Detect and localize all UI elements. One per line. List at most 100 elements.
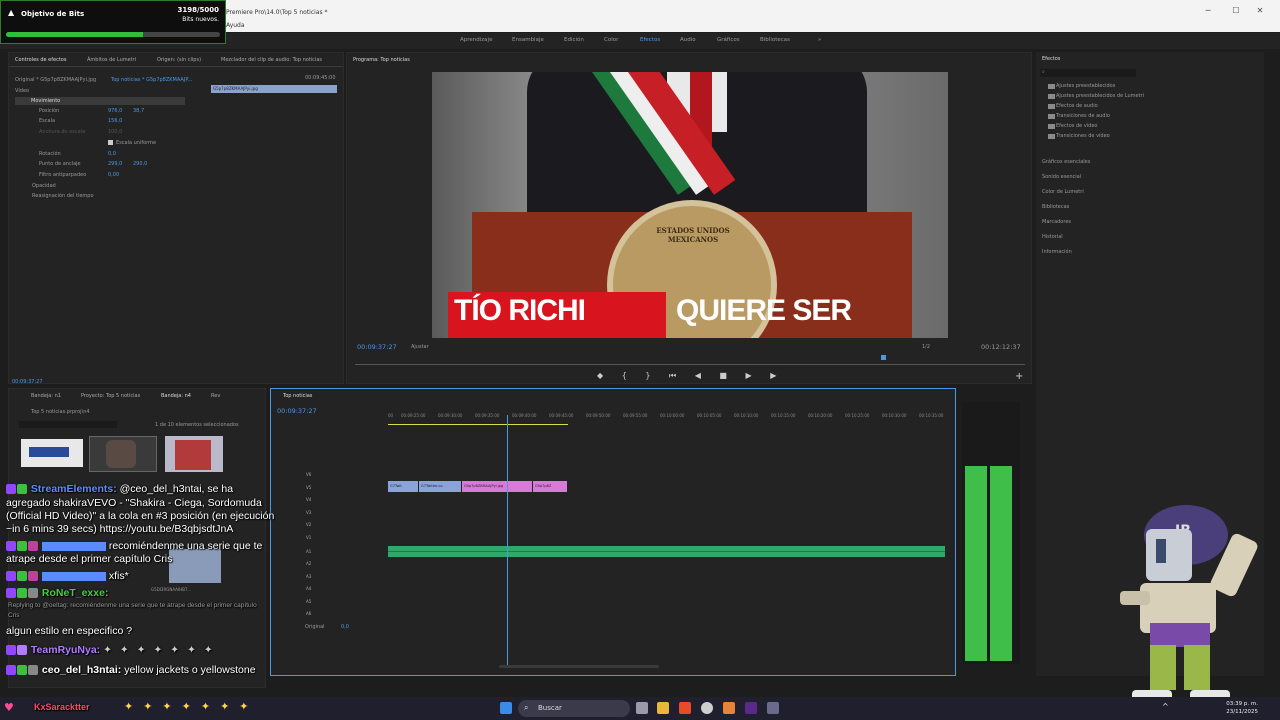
track-header[interactable]: V3 [306, 510, 421, 522]
close-icon[interactable]: ✕ [1250, 6, 1270, 18]
project-thumbnail[interactable] [169, 549, 221, 583]
windows-start-icon[interactable] [500, 702, 512, 714]
property-value[interactable]: 0,00 [108, 172, 119, 178]
program-timecode[interactable]: 00:09:37:27 [357, 343, 397, 351]
tab-project[interactable]: Proyecto: Top 5 noticias [81, 393, 140, 399]
video-clip[interactable]: G7Twit [388, 481, 418, 492]
more-workspaces-icon[interactable]: » [818, 37, 821, 43]
tray-chevron-icon[interactable]: ^ [1162, 702, 1169, 711]
panel-section[interactable]: Gráficos esenciales [1042, 159, 1090, 165]
original-value[interactable]: 0,0 [341, 624, 349, 630]
video-clip[interactable]: G7Twitter.co [419, 481, 461, 492]
effects-folder-item[interactable]: Ajustes preestablecidos de Lumetri [1056, 93, 1144, 99]
chat-username-hidden[interactable] [41, 541, 106, 551]
taskbar-search-input[interactable]: ⌕ Buscar [518, 700, 630, 717]
property-value[interactable]: 290,0 [133, 161, 147, 167]
effects-folder-item[interactable]: Efectos de vídeo [1056, 123, 1097, 129]
chat-username[interactable]: RoNeT_exxe: [42, 587, 109, 599]
tab-program[interactable]: Programa: Top noticias [353, 57, 410, 63]
transport-controls[interactable]: ◆ { } ⏮ ◀ ■ ▶ ▶ [597, 371, 807, 381]
chat-username[interactable]: KxSaracktter [34, 702, 90, 712]
track-header[interactable]: A2 [306, 561, 421, 573]
effect-label[interactable]: Opacidad [32, 183, 56, 189]
tab-sequence[interactable]: Top noticias [283, 393, 312, 399]
tab-audio-clip-mixer[interactable]: Mezclador del clip de audio: Top noticia… [221, 57, 322, 63]
panel-section[interactable]: Bibliotecas [1042, 204, 1069, 210]
property-value[interactable]: 0,0 [108, 151, 116, 157]
chat-username[interactable]: TeamRyuNya: [31, 644, 100, 656]
sequence-clip-label[interactable]: Top noticias * G5p7p8ZKMAAJP... [111, 77, 192, 83]
video-clip[interactable]: G5p7p8Z [533, 481, 567, 492]
effects-folder-item[interactable]: Efectos de audio [1056, 103, 1098, 109]
timeline-playhead[interactable] [507, 415, 508, 665]
tab-bin-n4[interactable]: Bandeja: n4 [161, 393, 191, 399]
premiere-pro-icon[interactable] [745, 702, 757, 714]
timeline-timecode[interactable]: 00:09:37:27 [277, 407, 317, 415]
panel-section[interactable]: Historial [1042, 234, 1063, 240]
tab-review[interactable]: Rev [211, 393, 220, 399]
effects-search-input[interactable]: ⌕ [1040, 69, 1136, 77]
property-value[interactable]: 299,0 [108, 161, 122, 167]
workspace-tab[interactable]: Bibliotecas [760, 37, 790, 43]
tab-bin-n1[interactable]: Bandeja: n1 [31, 393, 61, 399]
effects-folder-item[interactable]: Transiciones de vídeo [1056, 133, 1110, 139]
property-value[interactable]: 156,0 [108, 118, 122, 124]
clip-bar[interactable]: G5p7p8ZKMAAJPyi.jpg [211, 85, 337, 93]
effects-folder-item[interactable]: Transiciones de audio [1056, 113, 1110, 119]
panel-section[interactable]: Color de Lumetri [1042, 189, 1084, 195]
timeline-scrollbar[interactable] [499, 665, 659, 668]
track-header[interactable]: A6 [306, 611, 421, 623]
workspace-tab[interactable]: Gráficos [717, 37, 740, 43]
workspace-tab[interactable]: Ensamblaje [512, 37, 544, 43]
uniform-scale-checkbox[interactable] [108, 140, 113, 145]
taskbar-clock[interactable]: 03:39 p. m. 23/11/2025 [1226, 700, 1258, 716]
work-area-bar[interactable] [388, 424, 568, 425]
task-view-icon[interactable] [636, 702, 648, 714]
add-button-icon[interactable]: + [1015, 371, 1023, 382]
project-thumbnail-selected[interactable] [89, 436, 157, 472]
chat-message[interactable]: ~in 6 mins 39 secs) https://youtu.be/B3q… [6, 523, 233, 535]
app-icon[interactable] [723, 702, 735, 714]
fit-dropdown[interactable]: Ajustar [411, 344, 429, 350]
workspace-tab[interactable]: Color [604, 37, 618, 43]
track-header[interactable]: A5 [306, 599, 421, 611]
workspace-tab[interactable]: Audio [680, 37, 696, 43]
property-value[interactable]: 38,7 [133, 108, 144, 114]
panel-section[interactable]: Sonido esencial [1042, 174, 1081, 180]
minimize-icon[interactable]: ─ [1198, 6, 1218, 18]
chat-username[interactable]: StreamElements: [31, 483, 117, 495]
chat-username-hidden[interactable] [41, 571, 106, 581]
tab-lumetri-scopes[interactable]: Ámbitos de Lumetri [87, 57, 136, 63]
effect-label[interactable]: Reasignación del tiempo [32, 193, 94, 199]
chat-username[interactable]: ceo_del_h3ntai: [42, 664, 121, 676]
video-clip[interactable]: G5p7p8ZKMAAJPyi.jpg [462, 481, 532, 492]
project-search-input[interactable] [19, 421, 117, 428]
track-header[interactable]: V4 [306, 497, 421, 509]
panel-section[interactable]: Marcadores [1042, 219, 1071, 225]
workspace-tab[interactable]: Edición [564, 37, 584, 43]
audio-clip[interactable] [388, 546, 945, 557]
workspace-tab[interactable]: Aprendizaje [460, 37, 492, 43]
resolution-dropdown[interactable]: 1/2 [922, 344, 930, 350]
workspace-tab-active[interactable]: Efectos [640, 37, 660, 43]
panel-section[interactable]: Información [1042, 249, 1072, 255]
playhead-marker[interactable] [881, 355, 886, 360]
tab-source[interactable]: Origen: (sin clips) [157, 57, 201, 63]
menu-help[interactable]: Ayuda [226, 22, 245, 29]
track-header[interactable]: A3 [306, 574, 421, 586]
source-clip-label[interactable]: Original * G5p7p8ZKMAAJPyi.jpg [15, 77, 96, 83]
project-thumbnail[interactable] [165, 436, 223, 472]
program-scrubber[interactable] [355, 364, 1025, 365]
property-value[interactable]: 976,0 [108, 108, 122, 114]
effects-folder-item[interactable]: Ajustes preestablecidos [1056, 83, 1115, 89]
file-explorer-icon[interactable] [657, 702, 669, 714]
maximize-icon[interactable]: ☐ [1226, 6, 1246, 18]
capcut-icon[interactable] [767, 702, 779, 714]
track-header[interactable]: A4 [306, 586, 421, 598]
tab-effect-controls[interactable]: Controles de efectos [15, 57, 66, 63]
project-thumbnail[interactable] [21, 439, 83, 467]
brave-browser-icon[interactable] [679, 702, 691, 714]
obs-icon[interactable] [701, 702, 713, 714]
effect-row-selected[interactable]: Movimiento [15, 97, 185, 105]
track-header[interactable]: V2 [306, 522, 421, 534]
